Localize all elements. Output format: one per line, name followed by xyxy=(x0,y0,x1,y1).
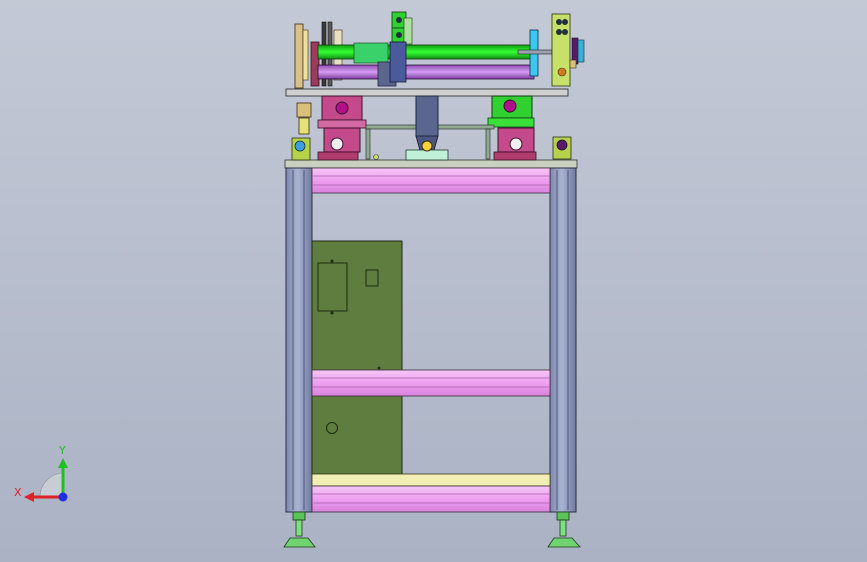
machine-drawing[interactable]: X Y xyxy=(0,0,867,562)
frame-post-left[interactable] xyxy=(285,167,313,513)
x-axis-label: X xyxy=(14,486,22,499)
leveling-foot-right[interactable] xyxy=(547,511,581,548)
bearing-block-right-lower[interactable] xyxy=(493,127,537,161)
sensor-right[interactable] xyxy=(552,136,572,160)
purple-roller[interactable] xyxy=(317,64,535,80)
support-plate[interactable] xyxy=(285,88,569,97)
cad-viewport[interactable]: X Y xyxy=(0,0,867,562)
frame[interactable] xyxy=(284,159,578,513)
view-orientation-triad[interactable]: X Y xyxy=(14,444,68,502)
rail-middle[interactable] xyxy=(311,369,551,397)
rail-top[interactable] xyxy=(311,167,551,194)
end-plate-right[interactable] xyxy=(551,13,571,87)
leveling-foot-left[interactable] xyxy=(283,511,316,548)
rail-bottom[interactable] xyxy=(311,485,551,513)
bearing-block-left-lower[interactable] xyxy=(317,127,361,161)
frame-top-plate[interactable] xyxy=(284,159,578,169)
bottom-plate[interactable] xyxy=(311,473,551,487)
bearing-block-right-upper[interactable] xyxy=(487,95,535,128)
end-plate-left[interactable] xyxy=(294,23,304,89)
roller-assembly[interactable] xyxy=(294,11,585,89)
frame-post-right[interactable] xyxy=(549,167,577,513)
green-roller[interactable] xyxy=(317,44,535,60)
sensor-left[interactable] xyxy=(291,102,312,161)
bearing-block-left-upper[interactable] xyxy=(317,95,367,129)
electrical-cabinet[interactable] xyxy=(311,240,403,475)
z-axis-dot xyxy=(58,492,68,502)
y-axis-label: Y xyxy=(58,444,66,457)
